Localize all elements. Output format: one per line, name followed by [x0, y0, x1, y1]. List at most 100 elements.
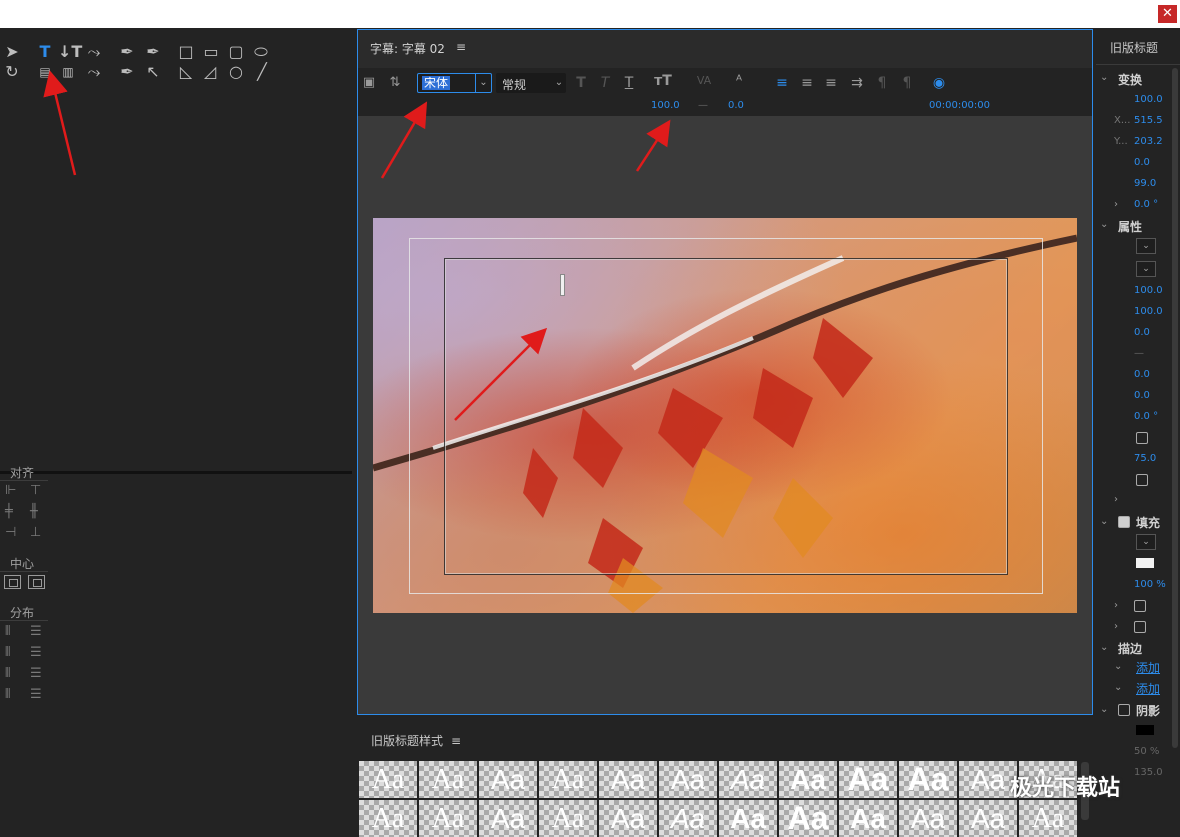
style-swatch[interactable]: Aa [719, 800, 777, 837]
style-swatch[interactable]: Aa [959, 800, 1017, 837]
selection-tool-icon[interactable]: ➤ [2, 43, 22, 61]
rounded-corner-rectangle-tool-icon[interactable]: ⬭ [250, 43, 272, 61]
distribute-left-icon[interactable]: ⫴ [5, 625, 21, 639]
vertical-type-tool-icon[interactable]: ↓T [58, 43, 82, 61]
chevron-right-icon[interactable]: › [1114, 621, 1118, 632]
vertical-path-type-tool-icon[interactable]: ⤳ [84, 63, 104, 81]
leading-prop-value[interactable]: 0.0 [1134, 327, 1150, 338]
align-center-text-icon[interactable]: ≡ [798, 73, 816, 93]
area-type-tool-icon[interactable]: ▤ [35, 63, 55, 81]
delete-anchor-tool-icon[interactable]: ✒ [143, 43, 163, 61]
height-value[interactable]: 99.0 [1134, 178, 1156, 189]
fill-type-dropdown[interactable]: ⌄ [1136, 534, 1156, 550]
sheen-checkbox[interactable] [1134, 600, 1146, 612]
pen-tool-icon[interactable]: ✒ [117, 43, 137, 61]
style-swatch[interactable]: Aa [839, 800, 897, 837]
wedge-tool-icon[interactable]: ◺ [176, 63, 196, 81]
show-background-video-icon[interactable]: ◉ [930, 73, 948, 93]
leading-icon[interactable]: ᴬ [730, 71, 748, 91]
distribute-right-icon[interactable]: ⫴ [5, 667, 21, 681]
distribute-center-h-icon[interactable]: ⫴ [5, 646, 21, 660]
font-style-dropdown[interactable]: ⌄ [1136, 261, 1156, 277]
align-right-text-icon[interactable]: ≡ [822, 73, 840, 93]
ellipse-tool-icon[interactable]: ○ [226, 63, 246, 81]
fill-checkbox[interactable] [1118, 516, 1130, 528]
font-family-dropdown[interactable]: ⌄ [1136, 238, 1156, 254]
font-size-icon[interactable]: ᴛT [653, 71, 673, 91]
title-canvas[interactable] [358, 116, 1092, 714]
chevron-down-icon[interactable]: ⌄ [1100, 72, 1108, 83]
chevron-down-icon[interactable]: ⌄ [1100, 642, 1108, 653]
shadow-angle-value[interactable]: 135.0 [1134, 767, 1163, 778]
tab-stops-icon[interactable]: ⇉ [848, 73, 866, 93]
style-swatch[interactable]: Aa [539, 800, 597, 837]
tab-right-icon[interactable]: ¶ [898, 73, 916, 93]
shadow-checkbox[interactable] [1118, 704, 1130, 716]
style-swatch[interactable]: Aa [359, 800, 417, 837]
arc-tool-icon[interactable]: ◿ [200, 63, 220, 81]
shadow-opacity-value[interactable]: 50 % [1134, 746, 1159, 757]
underline-icon[interactable]: T [620, 73, 638, 93]
leading-value[interactable]: 0.0 [728, 100, 744, 111]
width-value[interactable]: 0.0 [1134, 157, 1150, 168]
chevron-right-icon[interactable]: › [1114, 494, 1118, 505]
add-anchor-tool-icon[interactable]: ✒ [117, 63, 137, 81]
rounded-rectangle-tool-icon[interactable]: ▭ [200, 43, 222, 61]
chevron-right-icon[interactable]: › [1114, 199, 1118, 210]
tab-left-icon[interactable]: ¶ [873, 73, 891, 93]
style-swatch[interactable]: Aa [899, 800, 957, 837]
kerning-value[interactable]: — [698, 100, 708, 111]
kerning-prop-value[interactable]: — [1134, 348, 1144, 359]
texture-checkbox[interactable] [1134, 621, 1146, 633]
style-swatch[interactable]: Aa [479, 800, 537, 837]
styles-menu-icon[interactable]: ≡ [451, 734, 461, 748]
chevron-down-icon[interactable]: ⌄ [1100, 704, 1108, 715]
style-swatch[interactable]: Aa [419, 761, 477, 798]
rotation-value[interactable]: 0.0 ° [1134, 199, 1158, 210]
roll-crawl-options-icon[interactable]: ⇅ [386, 73, 404, 93]
baseline-shift-value[interactable]: 0.0 [1134, 390, 1150, 401]
font-size-value[interactable]: 100.0 [651, 100, 680, 111]
add-outer-stroke-link[interactable]: 添加 [1136, 680, 1160, 697]
vertical-area-type-tool-icon[interactable]: ▥ [58, 63, 78, 81]
style-swatch[interactable]: Aa [599, 800, 657, 837]
new-title-icon[interactable]: ▣ [360, 73, 378, 93]
chevron-down-icon[interactable]: ⌄ [1100, 516, 1108, 527]
kerning-icon[interactable]: VA [695, 71, 713, 91]
align-center-v-icon[interactable]: ╫ [30, 505, 46, 519]
center-horizontal-button[interactable] [4, 575, 21, 589]
style-swatch[interactable]: Aa [779, 761, 837, 798]
style-swatch[interactable]: Aa [959, 761, 1017, 798]
style-swatch[interactable]: Aa [659, 800, 717, 837]
style-swatch[interactable]: Aa [719, 761, 777, 798]
distribute-v-spacing-icon[interactable]: ☰ [30, 688, 46, 702]
distribute-h-spacing-icon[interactable]: ⫴ [5, 688, 21, 702]
style-swatch[interactable]: Aa [419, 800, 477, 837]
chevron-down-icon[interactable]: ⌄ [1114, 682, 1122, 693]
y-position-value[interactable]: 203.2 [1134, 136, 1163, 147]
style-swatch[interactable]: Aa [479, 761, 537, 798]
font-style-select[interactable]: 常规 ⌄ [496, 73, 566, 93]
clipped-corner-rectangle-tool-icon[interactable]: ▢ [226, 43, 246, 61]
panel-menu-icon[interactable]: ≡ [456, 40, 466, 54]
convert-anchor-tool-icon[interactable]: ↖ [143, 63, 163, 81]
close-button[interactable]: ✕ [1158, 5, 1177, 23]
aspect-value[interactable]: 100.0 [1134, 306, 1163, 317]
underline-checkbox[interactable] [1136, 474, 1148, 486]
fill-opacity-value[interactable]: 100 % [1134, 579, 1166, 590]
distribute-top-icon[interactable]: ☰ [30, 625, 46, 639]
shadow-color-swatch[interactable] [1136, 725, 1154, 735]
style-swatch[interactable]: Aa [359, 761, 417, 798]
style-swatch[interactable]: Aa [839, 761, 897, 798]
italic-icon[interactable]: T [596, 73, 614, 93]
rectangle-tool-icon[interactable]: □ [176, 43, 196, 61]
bold-icon[interactable]: T [572, 73, 590, 93]
style-swatch[interactable]: Aa [1019, 800, 1077, 837]
slant-value[interactable]: 0.0 ° [1134, 411, 1158, 422]
small-caps-checkbox[interactable] [1136, 432, 1148, 444]
distribute-bottom-icon[interactable]: ☰ [30, 667, 46, 681]
x-position-value[interactable]: 515.5 [1134, 115, 1163, 126]
chevron-down-icon[interactable]: ⌄ [1100, 219, 1108, 230]
align-right-icon[interactable]: ⊣ [5, 526, 21, 540]
center-vertical-button[interactable] [28, 575, 45, 589]
